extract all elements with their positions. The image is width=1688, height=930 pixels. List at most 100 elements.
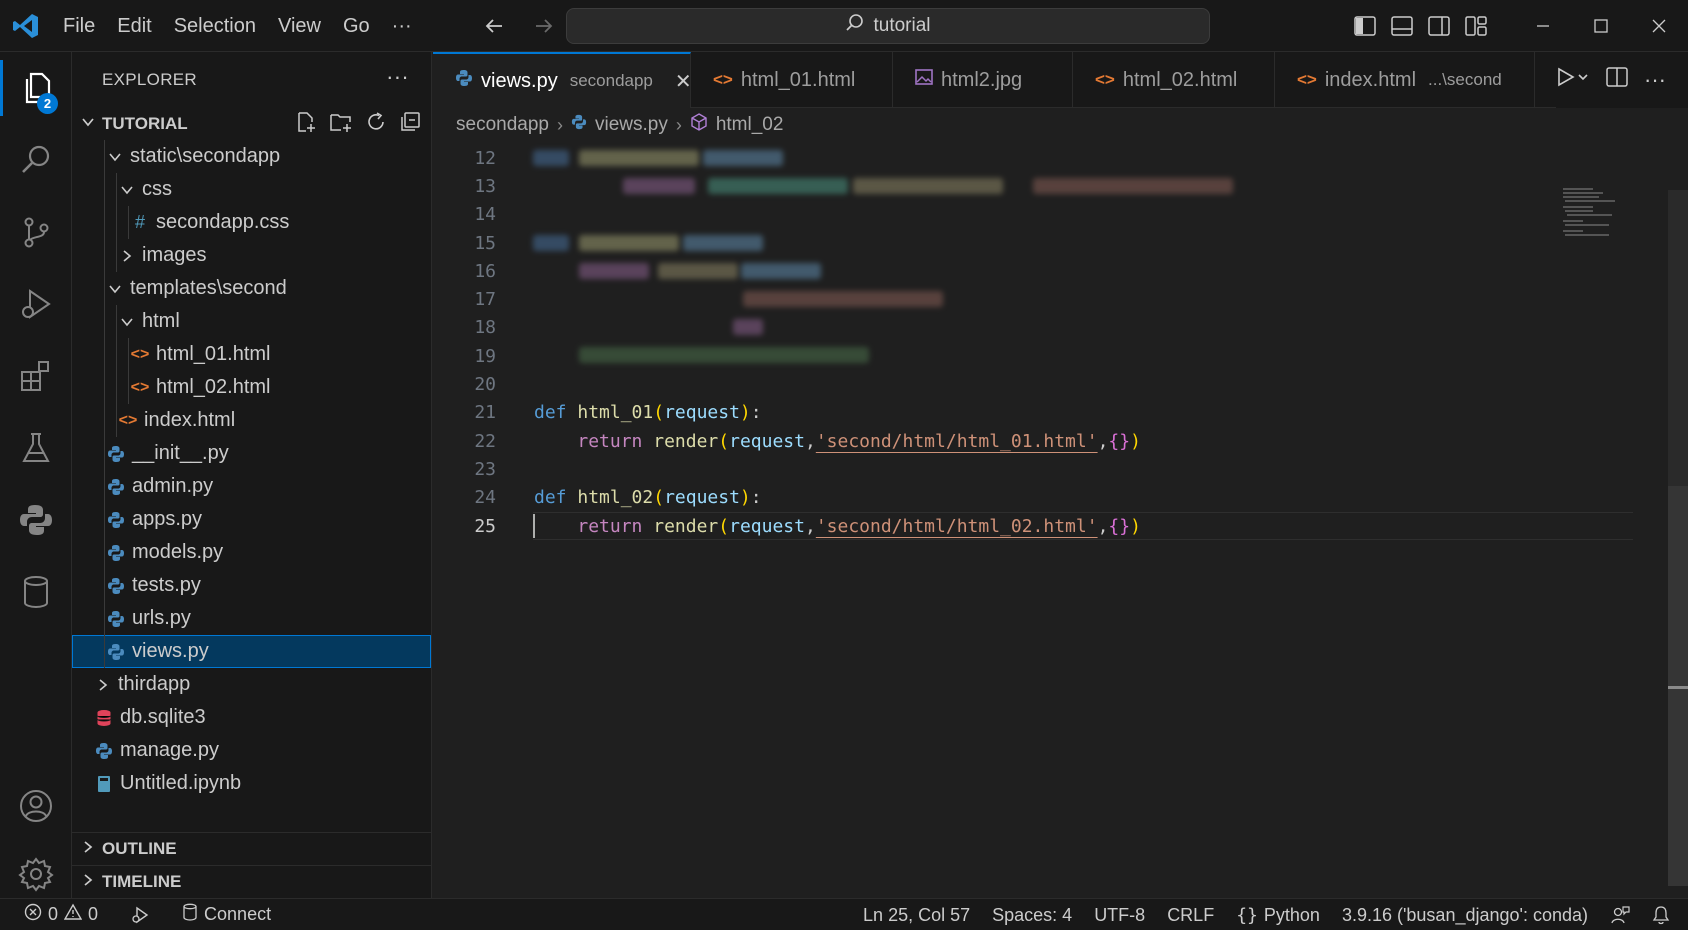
chevron-right-icon: › xyxy=(675,114,682,135)
extensions-icon[interactable] xyxy=(0,340,72,412)
tree-item[interactable]: html xyxy=(72,305,431,338)
indentation[interactable]: Spaces: 4 xyxy=(981,905,1083,926)
minimize-icon[interactable] xyxy=(1514,0,1572,52)
tree-item-label: models.py xyxy=(132,541,224,563)
line-number: 19 xyxy=(474,345,496,367)
command-center-search[interactable]: tutorial xyxy=(566,8,1210,44)
tree-item[interactable]: apps.py xyxy=(72,503,431,536)
indent-guide xyxy=(104,404,105,437)
tree-item[interactable]: <> index.html xyxy=(72,404,431,437)
tree-item[interactable]: admin.py xyxy=(72,470,431,503)
activity-bar: 2 xyxy=(0,52,72,898)
workspace-title: TUTORIAL xyxy=(102,114,188,133)
title-bar: File Edit Selection View Go ··· tutorial xyxy=(0,0,1688,52)
toggle-secondary-sidebar-icon[interactable] xyxy=(1420,0,1457,52)
indent-guide xyxy=(104,305,105,338)
tree-item[interactable]: templates\second xyxy=(72,272,431,305)
menu-more[interactable]: ··· xyxy=(381,0,423,52)
close-tab-icon[interactable]: ✕ xyxy=(675,69,692,94)
tree-item[interactable]: urls.py xyxy=(72,602,431,635)
code-editor[interactable]: 12 13 14 15 16 17 18 19 20 21 def html_0… xyxy=(433,144,1643,541)
css-file-icon: # xyxy=(134,212,145,232)
tree-item-label: index.html xyxy=(144,409,236,431)
end-of-line[interactable]: CRLF xyxy=(1156,905,1225,926)
refresh-icon[interactable] xyxy=(365,111,387,138)
menu-go[interactable]: Go xyxy=(332,0,381,52)
tree-item[interactable]: Untitled.ipynb xyxy=(72,767,431,800)
back-arrow-icon[interactable] xyxy=(478,10,510,42)
language-mode[interactable]: {} Python xyxy=(1225,905,1331,926)
braces-icon: {} xyxy=(1236,904,1258,926)
indent-guide xyxy=(104,239,105,272)
menu-view[interactable]: View xyxy=(267,0,332,52)
indent-guide xyxy=(116,173,117,206)
tree-item[interactable]: tests.py xyxy=(72,569,431,602)
source-control-icon[interactable] xyxy=(0,196,72,268)
new-file-icon[interactable] xyxy=(295,111,317,138)
notifications-bell-icon[interactable] xyxy=(1641,905,1688,925)
timeline-section-header[interactable]: TIMELINE xyxy=(72,865,432,898)
new-folder-icon[interactable] xyxy=(329,111,353,138)
indent-guide xyxy=(116,404,117,437)
tab-index-html[interactable]: <> index.html ...\second xyxy=(1275,52,1535,108)
maximize-icon[interactable] xyxy=(1572,0,1630,52)
run-python-file-icon[interactable] xyxy=(1556,67,1590,93)
indent-guide xyxy=(104,140,105,173)
tree-item-label: css xyxy=(142,178,172,200)
symbol-method-icon xyxy=(690,113,708,137)
python-interpreter[interactable]: 3.9.16 ('busan_django': conda) xyxy=(1331,905,1599,926)
collapse-all-icon[interactable] xyxy=(399,111,421,138)
tree-item[interactable]: <> html_01.html xyxy=(72,338,431,371)
tree-item[interactable]: static\secondapp xyxy=(72,140,431,173)
tree-item[interactable]: # secondapp.css xyxy=(72,206,431,239)
tree-item[interactable]: db.sqlite3 xyxy=(72,701,431,734)
explorer-icon[interactable]: 2 xyxy=(0,52,72,124)
feedback-icon[interactable] xyxy=(1599,905,1641,925)
workspace-section-header[interactable]: TUTORIAL xyxy=(72,108,431,140)
explorer-more-actions[interactable]: ··· xyxy=(386,64,409,90)
breadcrumb-file[interactable]: views.py xyxy=(595,114,668,136)
run-debug-icon[interactable] xyxy=(0,268,72,340)
outline-section-header[interactable]: OUTLINE xyxy=(72,832,432,865)
testing-flask-icon[interactable] xyxy=(0,412,72,484)
toggle-panel-icon[interactable] xyxy=(1383,0,1420,52)
tab-html-01[interactable]: <> html_01.html xyxy=(691,52,893,108)
encoding[interactable]: UTF-8 xyxy=(1083,905,1156,926)
cursor-position[interactable]: Ln 25, Col 57 xyxy=(852,905,981,926)
tree-item[interactable]: views.py xyxy=(72,635,431,668)
debug-status-icon[interactable] xyxy=(119,905,161,925)
tree-item[interactable]: <> html_02.html xyxy=(72,371,431,404)
problems-indicator[interactable]: 0 0 xyxy=(24,903,109,926)
breadcrumb-folder[interactable]: secondapp xyxy=(456,114,549,136)
tab-views-py[interactable]: views.py secondapp ✕ xyxy=(433,52,692,108)
close-window-icon[interactable] xyxy=(1630,0,1688,52)
tree-item[interactable]: __init__.py xyxy=(72,437,431,470)
editor-more-actions[interactable]: ··· xyxy=(1644,67,1666,93)
breadcrumb-symbol[interactable]: html_02 xyxy=(716,114,784,136)
search-view-icon[interactable] xyxy=(0,124,72,196)
tree-item[interactable]: models.py xyxy=(72,536,431,569)
database-icon[interactable] xyxy=(0,556,72,628)
forward-arrow-icon[interactable] xyxy=(528,10,560,42)
customize-layout-icon[interactable] xyxy=(1457,0,1494,52)
database-connect[interactable]: Connect xyxy=(171,903,282,926)
python-icon[interactable] xyxy=(0,484,72,556)
split-editor-icon[interactable] xyxy=(1606,67,1628,93)
minimap[interactable] xyxy=(1563,188,1643,248)
tab-html2-jpg[interactable]: html2.jpg xyxy=(893,52,1073,108)
tree-item[interactable]: manage.py xyxy=(72,734,431,767)
tree-item[interactable]: thirdapp xyxy=(72,668,431,701)
tab-html-02[interactable]: <> html_02.html xyxy=(1073,52,1275,108)
line-number: 22 xyxy=(474,430,496,452)
tree-item[interactable]: css xyxy=(72,173,431,206)
toggle-primary-sidebar-icon[interactable] xyxy=(1346,0,1383,52)
menu-file[interactable]: File xyxy=(52,0,106,52)
chevron-down-icon xyxy=(116,182,138,198)
vertical-scrollbar[interactable] xyxy=(1668,190,1688,886)
tree-item[interactable]: images xyxy=(72,239,431,272)
account-icon[interactable] xyxy=(0,770,72,842)
menu-selection[interactable]: Selection xyxy=(163,0,267,52)
menu-edit[interactable]: Edit xyxy=(106,0,162,52)
tab-label: views.py xyxy=(481,69,558,92)
indent-guide xyxy=(104,569,105,602)
